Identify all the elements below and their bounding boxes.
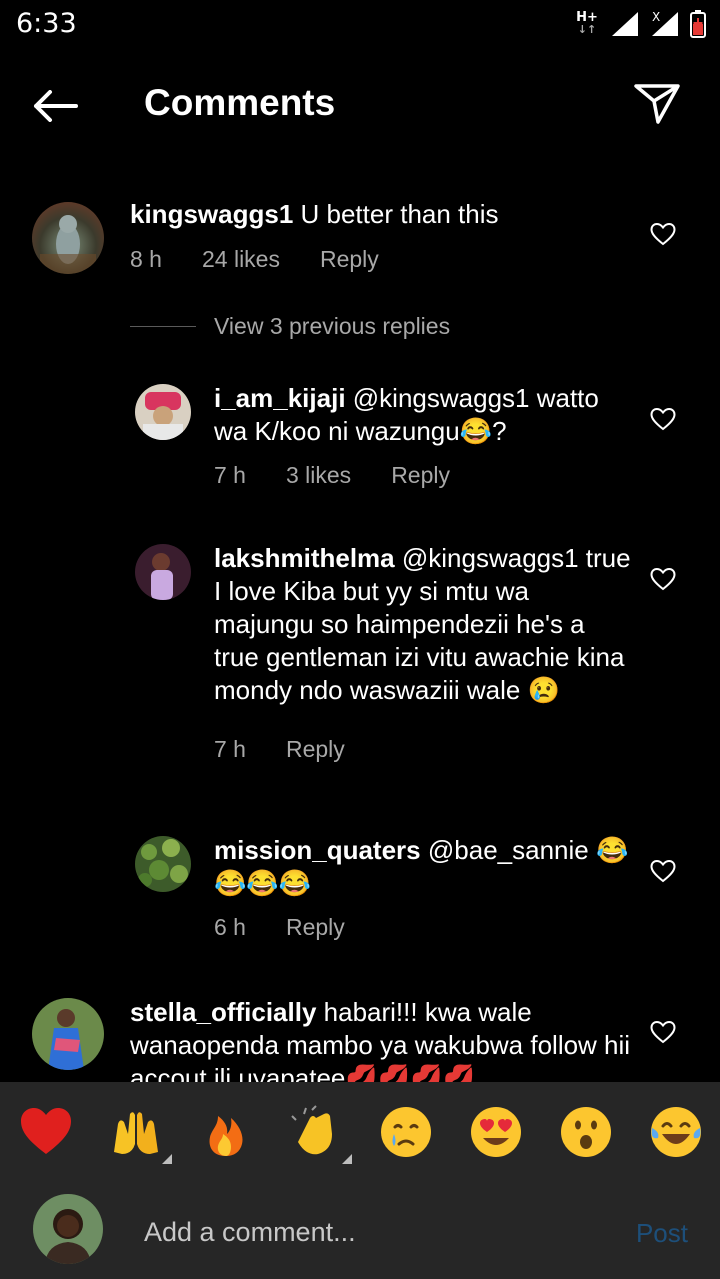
comment-time: 6 h: [214, 914, 246, 940]
fire-emoji-icon[interactable]: [198, 1104, 254, 1160]
emoji-quick-bar: [0, 1082, 720, 1182]
clapping-hands-emoji-icon[interactable]: [288, 1104, 352, 1164]
reply-button[interactable]: Reply: [391, 462, 450, 489]
skin-tone-indicator: [162, 1154, 172, 1164]
comment-item: mission_quaters @bae_sannie 😂😂😂😂 6 h Rep…: [0, 834, 720, 954]
send-icon: [634, 84, 680, 124]
heart-icon[interactable]: [650, 859, 676, 883]
heart-icon[interactable]: [650, 567, 676, 591]
comment-meta: 8 h 24 likes Reply: [130, 246, 379, 273]
comment-text: stella_officially habari!!! kwa wale wan…: [130, 996, 640, 1082]
current-user-avatar: [33, 1194, 103, 1264]
back-arrow-icon: [34, 90, 78, 122]
comment-likes[interactable]: 24 likes: [202, 246, 280, 273]
comment-content: U better than this: [300, 199, 499, 229]
surprised-face-emoji-icon[interactable]: [558, 1104, 614, 1160]
avatar[interactable]: [32, 998, 104, 1070]
heart-emoji-icon[interactable]: [18, 1104, 74, 1160]
comment-username[interactable]: i_am_kijaji: [214, 383, 346, 413]
heart-icon[interactable]: [650, 1020, 676, 1044]
svg-text:X: X: [652, 10, 660, 24]
avatar[interactable]: [135, 384, 191, 440]
crying-face-emoji-icon[interactable]: [378, 1104, 434, 1160]
comment-username[interactable]: lakshmithelma: [214, 543, 395, 573]
back-button[interactable]: [28, 82, 82, 130]
header: Comments: [0, 60, 720, 152]
reply-button[interactable]: Reply: [286, 736, 345, 763]
comment-item: lakshmithelma @kingswaggs1 true I love K…: [0, 542, 720, 792]
avatar[interactable]: [135, 836, 191, 892]
comment-time: 8 h: [130, 246, 162, 272]
comment-time: 7 h: [214, 462, 246, 488]
signal-roaming-icon: X: [650, 10, 680, 38]
tears-of-joy-emoji-icon[interactable]: [648, 1104, 704, 1160]
comment-meta: 7 h Reply: [214, 736, 345, 763]
status-icons: H+ ↓↑ X: [574, 8, 706, 40]
heart-icon[interactable]: [650, 222, 676, 246]
comment-text: mission_quaters @bae_sannie 😂😂😂😂: [214, 834, 634, 900]
comment-username[interactable]: kingswaggs1: [130, 199, 293, 229]
page-title: Comments: [144, 82, 336, 123]
skin-tone-indicator: [342, 1154, 352, 1164]
comment-meta: 7 h 3 likes Reply: [214, 462, 450, 489]
comment-username[interactable]: stella_officially: [130, 997, 316, 1027]
comment-text: kingswaggs1 U better than this: [130, 198, 630, 231]
raised-hands-emoji-icon[interactable]: [108, 1104, 172, 1164]
signal-icon: [610, 10, 640, 38]
comment-item: i_am_kijaji @kingswaggs1 watto wa K/koo …: [0, 380, 720, 520]
network-type-indicator: H+ ↓↑: [576, 10, 598, 36]
view-replies-label[interactable]: View 3 previous replies: [214, 313, 450, 340]
post-button[interactable]: Post: [636, 1218, 688, 1249]
reply-button[interactable]: Reply: [320, 246, 379, 273]
comment-text: lakshmithelma @kingswaggs1 true I love K…: [214, 542, 634, 707]
comment-input-bar: Post: [0, 1182, 720, 1279]
comment-likes[interactable]: 3 likes: [286, 462, 351, 489]
avatar[interactable]: [135, 544, 191, 600]
reply-button[interactable]: Reply: [286, 914, 345, 941]
comment-input[interactable]: [144, 1212, 604, 1252]
comment-username[interactable]: mission_quaters: [214, 835, 421, 865]
comments-list: kingswaggs1 U better than this 8 h 24 li…: [0, 180, 720, 1082]
status-time: 6:33: [16, 8, 77, 39]
comment-item: kingswaggs1 U better than this 8 h 24 li…: [0, 180, 720, 360]
view-previous-replies[interactable]: View 3 previous replies: [130, 313, 450, 340]
comment-text: i_am_kijaji @kingswaggs1 watto wa K/koo …: [214, 382, 634, 448]
share-button[interactable]: [632, 80, 682, 128]
heart-icon[interactable]: [650, 407, 676, 431]
heart-eyes-emoji-icon[interactable]: [468, 1104, 524, 1160]
comment-item: stella_officially habari!!! kwa wale wan…: [0, 996, 720, 1082]
replies-divider: [130, 326, 196, 327]
comment-meta: 6 h Reply: [214, 914, 345, 941]
status-bar: 6:33 H+ ↓↑ X: [0, 0, 720, 50]
battery-icon: [690, 10, 706, 38]
comment-time: 7 h: [214, 736, 246, 762]
avatar[interactable]: [32, 202, 104, 274]
